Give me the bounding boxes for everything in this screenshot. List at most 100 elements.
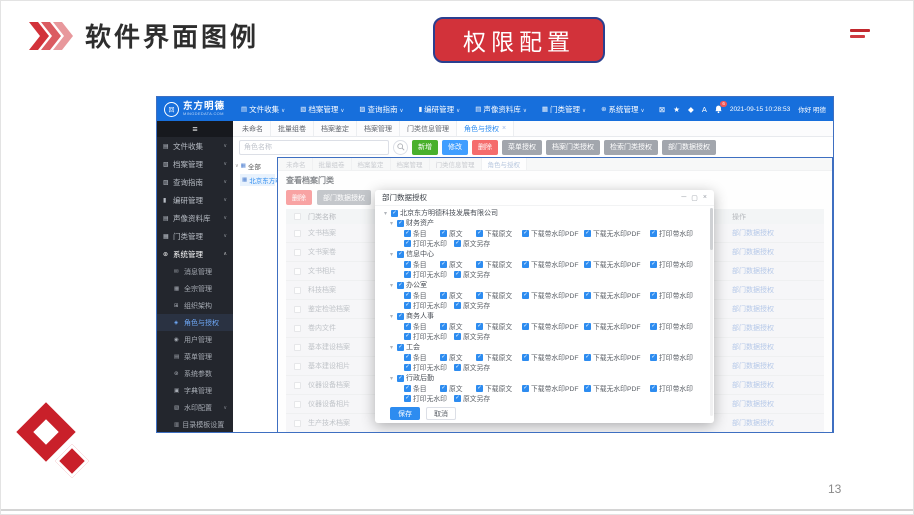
sidebar-item[interactable]: ⊛ 系统管理 ∧ (157, 245, 233, 263)
checkbox-checked-icon[interactable] (397, 220, 404, 227)
dialog-scrollbar[interactable] (710, 208, 713, 416)
sidebar-sub-item[interactable]: ✉ 消息管理 (157, 263, 233, 280)
permission-checkbox[interactable]: 原文另存 (454, 300, 490, 310)
sidebar-sub-item[interactable]: ▥ 目录模板设置 (157, 416, 233, 433)
permission-checkbox[interactable]: 打印无水印 (404, 331, 454, 341)
permission-checkbox[interactable]: 下载带水印PDF (522, 228, 584, 238)
sidebar-item[interactable]: ▤ 声像资料库 ∨ (157, 209, 233, 227)
permission-checkbox[interactable]: 打印带水印 (650, 383, 693, 393)
permission-checkbox[interactable]: 打印带水印 (650, 228, 693, 238)
sidebar-item[interactable]: ▨ 查询指南 ∨ (157, 173, 233, 191)
permission-checkbox[interactable]: 下载带水印PDF (522, 383, 584, 393)
bell-icon[interactable]: 6 (715, 105, 722, 114)
permission-checkbox[interactable]: 下载无水印PDF (584, 321, 650, 331)
permission-checkbox[interactable]: 原文 (440, 290, 476, 300)
permission-checkbox[interactable]: 下载带水印PDF (522, 321, 584, 331)
sidebar-sub-item[interactable]: ▤ 菜单管理 (157, 348, 233, 365)
org-tree-root[interactable]: ∨ ▦ 全部 (235, 161, 275, 171)
permission-checkbox[interactable]: 条目 (404, 321, 440, 331)
permission-checkbox[interactable]: 原文 (440, 228, 476, 238)
toolbar-button[interactable]: 部门数据授权 (662, 140, 716, 155)
caret-down-icon[interactable]: ▾ (390, 282, 395, 289)
maximize-icon[interactable]: ▢ (691, 194, 698, 202)
tab[interactable]: 未命名 × (235, 121, 271, 136)
tab-close-icon[interactable]: × (502, 125, 506, 132)
role-search-input[interactable] (239, 140, 389, 155)
permission-checkbox[interactable]: 下载带水印PDF (522, 259, 584, 269)
permission-checkbox[interactable]: 原文另存 (454, 238, 490, 248)
permission-checkbox[interactable]: 下载原文 (476, 228, 522, 238)
permission-checkbox[interactable]: 打印无水印 (404, 269, 454, 279)
permission-checkbox[interactable]: 原文另存 (454, 393, 490, 403)
top-nav-item[interactable]: ⊛ 系统管理 (601, 104, 644, 115)
checkbox-checked-icon[interactable] (397, 251, 404, 258)
tab[interactable]: 角色与授权 × (457, 121, 514, 136)
tab[interactable]: 档案鉴定 × (314, 121, 357, 136)
checkbox-checked-icon[interactable] (397, 344, 404, 351)
permission-checkbox[interactable]: 下载无水印PDF (584, 352, 650, 362)
toolbar-button[interactable]: 删除 (472, 140, 498, 155)
sidebar-item[interactable]: ▦ 门类管理 ∨ (157, 227, 233, 245)
toolbar-button[interactable]: 修改 (442, 140, 468, 155)
permission-checkbox[interactable]: 打印带水印 (650, 352, 693, 362)
permission-checkbox[interactable]: 打印无水印 (404, 300, 454, 310)
permission-checkbox[interactable]: 下载原文 (476, 321, 522, 331)
permission-checkbox[interactable]: 原文另存 (454, 269, 490, 279)
user-greeting[interactable]: 你好 明德 (798, 104, 826, 114)
permission-checkbox[interactable]: 打印带水印 (650, 290, 693, 300)
permission-checkbox[interactable]: 下载原文 (476, 290, 522, 300)
caret-down-icon[interactable]: ▾ (390, 251, 395, 258)
top-nav-item[interactable]: ▤ 声像资料库 (475, 104, 527, 115)
caret-down-icon[interactable]: ▾ (390, 313, 395, 320)
permission-checkbox[interactable]: 下载无水印PDF (584, 290, 650, 300)
org-tree-selected[interactable]: ▦ 北京东方明德 (240, 174, 275, 186)
tab[interactable]: 档案管理 × (357, 121, 400, 136)
top-nav-item[interactable]: ▦ 门类管理 (542, 104, 586, 115)
permission-checkbox[interactable]: 条目 (404, 290, 440, 300)
permission-checkbox[interactable]: 打印无水印 (404, 393, 454, 403)
permission-checkbox[interactable]: 打印带水印 (650, 259, 693, 269)
permission-checkbox[interactable]: 原文 (440, 352, 476, 362)
sidebar-item[interactable]: ▧ 档案管理 ∨ (157, 155, 233, 173)
cancel-button[interactable]: 取消 (426, 407, 456, 420)
toolbar-button[interactable]: 菜单授权 (502, 140, 542, 155)
sidebar-item[interactable]: ▤ 文件收集 ∨ (157, 137, 233, 155)
caret-down-icon[interactable]: ▾ (384, 210, 389, 217)
permission-checkbox[interactable]: 下载带水印PDF (522, 290, 584, 300)
top-nav-item[interactable]: ▨ 查询指南 (359, 104, 403, 115)
fullscreen-icon[interactable]: ⊠ (659, 105, 665, 114)
font-size-icon[interactable]: A (702, 105, 707, 114)
search-icon[interactable] (393, 140, 408, 155)
permission-checkbox[interactable]: 下载带水印PDF (522, 352, 584, 362)
permission-checkbox[interactable]: 条目 (404, 383, 440, 393)
sidebar-item[interactable]: ▮ 编研管理 ∨ (157, 191, 233, 209)
close-icon[interactable]: × (703, 194, 707, 202)
toolbar-button[interactable]: 检索门类授权 (604, 140, 658, 155)
tab[interactable]: 门类信息管理 × (400, 121, 457, 136)
checkbox-checked-icon[interactable] (397, 313, 404, 320)
top-nav-item[interactable]: ▧ 档案管理 (300, 104, 344, 115)
permission-checkbox[interactable]: 下载原文 (476, 383, 522, 393)
checkbox-checked-icon[interactable] (397, 375, 404, 382)
sidebar-sub-item[interactable]: ▣ 字典管理 (157, 382, 233, 399)
sidebar-sub-item[interactable]: ⊞ 组织架构 (157, 297, 233, 314)
gem-icon[interactable]: ◆ (688, 105, 694, 114)
permission-checkbox[interactable]: 条目 (404, 259, 440, 269)
permission-checkbox[interactable]: 下载原文 (476, 259, 522, 269)
permission-checkbox[interactable]: 打印无水印 (404, 362, 454, 372)
sidebar-sub-item[interactable]: ◈ 角色与授权 (157, 314, 233, 331)
toolbar-button[interactable]: 新增 (412, 140, 438, 155)
sidebar-sub-item[interactable]: ⊛ 系统参数 (157, 365, 233, 382)
permission-checkbox[interactable]: 原文另存 (454, 362, 490, 372)
sidebar-collapse-icon[interactable]: ≡ (157, 121, 233, 137)
permission-checkbox[interactable]: 下载原文 (476, 352, 522, 362)
checkbox-checked-icon[interactable] (397, 282, 404, 289)
caret-down-icon[interactable]: ▾ (390, 375, 395, 382)
permission-checkbox[interactable]: 下载无水印PDF (584, 383, 650, 393)
caret-down-icon[interactable]: ▾ (390, 220, 395, 227)
permission-checkbox[interactable]: 原文 (440, 259, 476, 269)
permission-checkbox[interactable]: 下载无水印PDF (584, 259, 650, 269)
permission-checkbox[interactable]: 下载无水印PDF (584, 228, 650, 238)
permission-checkbox[interactable]: 原文 (440, 383, 476, 393)
top-nav-item[interactable]: ▤ 文件收集 (241, 104, 285, 115)
